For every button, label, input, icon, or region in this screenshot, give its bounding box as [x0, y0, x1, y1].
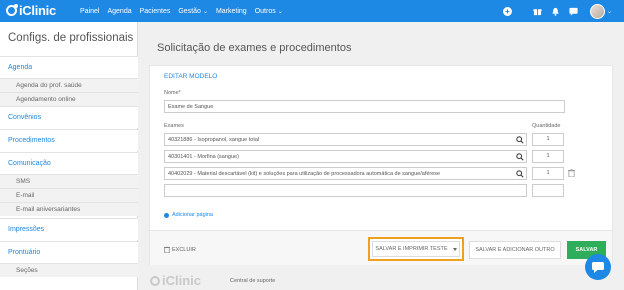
nav-painel[interactable]: Painel [80, 8, 99, 15]
chat-icon[interactable] [569, 7, 578, 16]
exam-field[interactable]: 40301401 - Morfina (sangue) [164, 150, 527, 163]
sidebar-title: Configs. de profissionais [8, 32, 134, 44]
delete-button[interactable]: EXCLUIR [164, 246, 196, 253]
trash-icon [164, 246, 170, 253]
sidebar: Configs. de profissionais Agenda Agenda … [0, 22, 138, 290]
top-nav: Painel Agenda Pacientes Gestão ⌄ Marketin… [80, 0, 291, 22]
nav-outros-label: Outros [254, 7, 276, 15]
sidebar-item-prontuario[interactable]: Prontuário [0, 241, 138, 263]
sidebar-subitem-email-aniversariantes[interactable]: E-mail aniversariantes [0, 202, 138, 216]
footer-logo: iClinic [150, 273, 201, 288]
save-print-label: SALVAR E IMPRIMIR TESTE [375, 246, 448, 252]
chevron-down-icon[interactable]: ⌄ [607, 8, 612, 15]
trash-icon[interactable] [568, 169, 575, 177]
avatar[interactable] [589, 3, 605, 19]
quantity-label: Quantidade [532, 123, 561, 129]
sidebar-item-procedimentos[interactable]: Procedimentos [0, 129, 138, 151]
quantity-field-empty[interactable] [532, 184, 564, 197]
name-label: Nome* [164, 90, 181, 96]
logo-text: iClinic [19, 3, 56, 18]
sidebar-subitem-agendamento-online[interactable]: Agendamento online [0, 92, 138, 106]
sidebar-subitem-secoes[interactable]: Seções [0, 263, 138, 277]
sidebar-item-comunicacao[interactable]: Comunicação [0, 152, 138, 174]
plus-icon[interactable]: + [502, 6, 512, 16]
sidebar-subitem-agenda-prof[interactable]: Agenda do prof. saúde [0, 78, 138, 92]
bell-icon[interactable] [551, 7, 560, 16]
nav-gestao-label: Gestão [178, 7, 201, 15]
sidebar-subitem-sms[interactable]: SMS [0, 174, 138, 188]
search-icon[interactable] [516, 153, 524, 161]
chat-bubble-button[interactable] [585, 254, 611, 280]
exam-field[interactable]: 40321886 - Isopropanol, sangue total [164, 133, 527, 146]
edit-template-card: EDITAR MODELO Nome* Exame de Sangue Exam… [149, 65, 613, 265]
top-bar: iClinic Painel Agenda Pacientes Gestão ⌄ … [0, 0, 624, 22]
quantity-field[interactable]: 1 [532, 167, 564, 180]
chevron-down-icon: ⌄ [277, 8, 283, 15]
name-field[interactable]: Exame de Sangue [164, 100, 565, 113]
save-add-other-button[interactable]: SALVAR E ADICIONAR OUTRO [469, 241, 561, 259]
chat-icon [592, 262, 604, 273]
quantity-field[interactable]: 1 [532, 150, 564, 163]
search-icon[interactable] [516, 170, 524, 178]
footer-logo-text: iClinic [162, 273, 202, 288]
nav-agenda[interactable]: Agenda [107, 8, 131, 15]
sidebar-item-impressoes[interactable]: Impressões [0, 218, 138, 240]
caret-down-icon [452, 247, 457, 251]
save-print-inner: SALVAR E IMPRIMIR TESTE [372, 241, 460, 257]
card-footer: EXCLUIR SALVAR E IMPRIMIR TESTE SALVAR E… [150, 230, 612, 265]
nav-outros[interactable]: Outros ⌄ [255, 8, 283, 15]
card-heading: EDITAR MODELO [164, 73, 218, 80]
top-icons: + ⌄ [494, 0, 612, 22]
search-icon[interactable] [516, 136, 524, 144]
sidebar-item-convenios[interactable]: Convênios [0, 106, 138, 128]
sidebar-item-agenda[interactable]: Agenda [0, 56, 138, 78]
gift-icon[interactable] [533, 7, 542, 16]
sidebar-subitem-email[interactable]: E-mail [0, 188, 138, 202]
delete-label: EXCLUIR [172, 246, 196, 253]
logo-icon [150, 275, 160, 286]
page-title: Solicitação de exames e procedimentos [157, 42, 352, 54]
quantity-field[interactable]: 1 [532, 133, 564, 146]
nav-marketing[interactable]: Marketing [216, 8, 247, 15]
add-page-link[interactable]: Adicionar página [164, 212, 213, 218]
chevron-down-icon: ⌄ [202, 8, 208, 15]
add-page-label: Adicionar página [172, 212, 213, 218]
app-logo[interactable]: iClinic [6, 3, 56, 18]
logo-icon [6, 4, 18, 16]
nav-gestao[interactable]: Gestão ⌄ [178, 8, 208, 15]
plus-circle-icon [164, 212, 169, 218]
nav-pacientes[interactable]: Pacientes [140, 8, 171, 15]
exam-field[interactable]: 40402029 - Material descartável (kit) e … [164, 167, 527, 180]
exams-label: Exames [164, 123, 184, 129]
save-print-button[interactable]: SALVAR E IMPRIMIR TESTE [368, 237, 464, 261]
support-link[interactable]: Central de suporte [230, 278, 275, 284]
exam-field-empty[interactable] [164, 184, 527, 197]
